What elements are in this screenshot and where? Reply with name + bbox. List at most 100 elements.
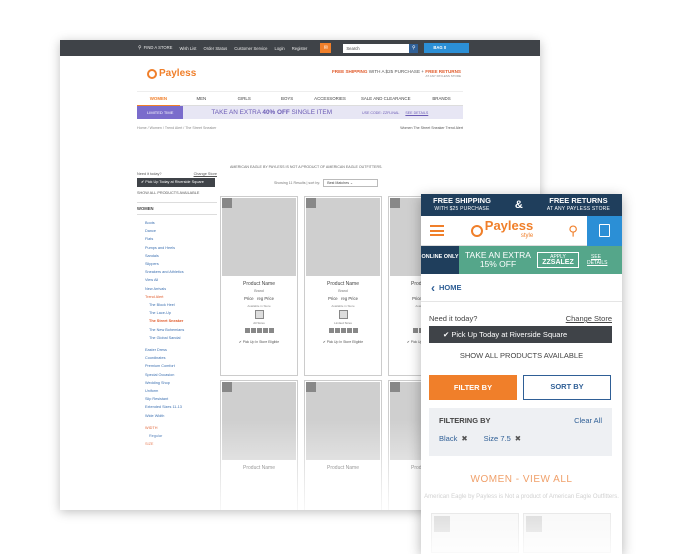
women-category-header[interactable]: WOMEN bbox=[137, 202, 217, 215]
size-swatch[interactable] bbox=[254, 310, 264, 319]
nav-women[interactable]: WOMEN bbox=[137, 92, 180, 106]
clear-all-link[interactable]: Clear All bbox=[574, 416, 602, 425]
sidebar-item[interactable]: Slip Resistant bbox=[137, 395, 217, 403]
swatch-label: Limited Sizes bbox=[334, 321, 352, 325]
sidebar-item[interactable]: Uniform bbox=[137, 387, 217, 395]
bag-button[interactable]: BAG 0 bbox=[424, 43, 470, 53]
results-sort: Showing 11 Results | sort by: Best Match… bbox=[274, 179, 379, 187]
find-store-link[interactable]: ⚲ FIND A STORE bbox=[138, 45, 172, 51]
sidebar-item[interactable]: Wide Width bbox=[137, 412, 217, 420]
see-details-link[interactable]: SEE DETAILS bbox=[587, 254, 607, 266]
payless-style-logo[interactable]: Payless style bbox=[449, 219, 559, 242]
sidebar-item[interactable]: Coordinates bbox=[137, 354, 217, 362]
order-status-link[interactable]: Order Status bbox=[203, 46, 227, 51]
limited-time-badge: LIMITED TIME bbox=[137, 106, 184, 119]
payless-logo-icon bbox=[470, 224, 483, 237]
promo-details-link[interactable]: SEE DETAILS bbox=[405, 111, 428, 115]
sidebar-subitem[interactable]: The Global Sandal bbox=[137, 334, 217, 342]
sort-select[interactable]: Best Matches ⌄ bbox=[323, 179, 379, 187]
promo-text: TAKE AN EXTRA 15% OFF bbox=[465, 250, 531, 269]
customer-service-link[interactable]: Customer Service bbox=[234, 46, 267, 51]
sidebar-item[interactable]: New Arrivals bbox=[137, 285, 217, 293]
sidebar-item[interactable]: Pumps and Heels bbox=[137, 244, 217, 252]
size-swatch[interactable] bbox=[338, 310, 348, 319]
show-all-link[interactable]: SHOW ALL PRODUCTS AVAILABLE bbox=[137, 191, 217, 195]
product-image[interactable] bbox=[222, 198, 296, 276]
sidebar-item[interactable]: Boots bbox=[137, 219, 217, 227]
pickup-eligible: ✔ Pick Up In Store Eligible bbox=[238, 340, 280, 344]
pickup-toggle[interactable]: ✔ Pick Up Today at Riverside Square bbox=[429, 326, 612, 343]
sort-by-button[interactable]: SORT BY bbox=[523, 375, 611, 400]
product-name[interactable]: Product Name bbox=[221, 281, 297, 287]
mobile-shipping-banner: FREE SHIPPING WITH $25 PURCHASE & FREE RE… bbox=[421, 194, 622, 216]
nav-brands[interactable]: BRANDS bbox=[420, 96, 463, 101]
sidebar-item[interactable]: Dance bbox=[137, 227, 217, 235]
search-icon[interactable]: ⚲ bbox=[409, 43, 419, 53]
wish-list-link[interactable]: Wish List bbox=[179, 46, 196, 51]
payless-logo[interactable]: Payless bbox=[147, 68, 196, 79]
sidebar-subitem-active[interactable]: The Street Sneaker bbox=[137, 317, 217, 325]
nav-girls[interactable]: GIRLS bbox=[223, 96, 266, 101]
sidebar-item[interactable]: Sneakers and Athletics bbox=[137, 268, 217, 276]
product-price: Price reg Price bbox=[244, 296, 274, 301]
filter-by-button[interactable]: FILTER BY bbox=[429, 375, 517, 400]
promo-banner: LIMITED TIME TAKE AN EXTRA 40% OFF SINGL… bbox=[137, 106, 463, 119]
desktop-disclaimer: AMERICAN EAGLE BY PAYLESS IS NOT A PRODU… bbox=[230, 165, 383, 169]
product-image[interactable] bbox=[306, 198, 380, 276]
apply-code-button[interactable]: APPLY ZZSALEZ bbox=[537, 252, 579, 268]
sidebar-item[interactable]: View All bbox=[137, 276, 217, 284]
sidebar-subitem[interactable]: The Lace-Up bbox=[137, 309, 217, 317]
product-card[interactable]: Product Name Brand Price reg Price Avail… bbox=[220, 196, 298, 376]
close-icon[interactable]: ✖ bbox=[461, 434, 467, 443]
product-card[interactable] bbox=[523, 513, 611, 553]
product-card[interactable] bbox=[431, 513, 519, 553]
sidebar-item[interactable]: Flats bbox=[137, 235, 217, 243]
nav-sale-clearance[interactable]: SALE AND CLEARANCE bbox=[351, 96, 420, 101]
filter-tag-black[interactable]: Black ✖ bbox=[439, 434, 468, 443]
mobile-header: Payless style ⚲ bbox=[421, 215, 622, 246]
desktop-header: Payless FREE SHIPPING WITH A $25 PURCHAS… bbox=[137, 56, 463, 92]
sidebar-item[interactable]: Wedding Shop bbox=[137, 379, 217, 387]
need-it-label: Need it today? bbox=[429, 314, 478, 323]
desktop-sidebar: Need it today? Change Store ✔ Pick Up To… bbox=[137, 172, 217, 448]
online-only-badge: ONLINE ONLY bbox=[421, 246, 459, 274]
product-name[interactable]: Product Name bbox=[305, 281, 381, 287]
available-label: Available in Store bbox=[331, 304, 355, 308]
filter-tag-size[interactable]: Size 7.5 ✖ bbox=[484, 434, 521, 443]
register-link[interactable]: Register bbox=[292, 46, 308, 51]
product-card[interactable]: Product Name Brand Price reg Price Avail… bbox=[304, 196, 382, 376]
active-filters-panel: FILTERING BY Clear All Black ✖ Size 7.5 ✖ bbox=[429, 408, 612, 456]
search-icon[interactable]: ⚲ bbox=[559, 223, 587, 239]
sidebar-item-trend-alert[interactable]: Trend Alert bbox=[137, 293, 217, 301]
sidebar-item[interactable]: Premium Comfort bbox=[137, 362, 217, 370]
login-link[interactable]: Login bbox=[274, 46, 284, 51]
home-breadcrumb[interactable]: ‹ HOME bbox=[421, 274, 622, 302]
hamburger-menu-icon[interactable] bbox=[421, 223, 449, 239]
sidebar-item[interactable]: Special Occasion bbox=[137, 371, 217, 379]
change-store-link[interactable]: Change Store bbox=[194, 172, 217, 176]
sidebar-item[interactable]: Easter Dress bbox=[137, 346, 217, 354]
shopping-bag-icon[interactable] bbox=[587, 215, 622, 246]
mail-icon[interactable]: ✉ bbox=[320, 43, 332, 53]
close-icon[interactable]: ✖ bbox=[515, 434, 521, 443]
pickup-toggle[interactable]: ✔ Pick Up Today at Riverside Square bbox=[137, 178, 215, 187]
search-input[interactable]: Search ⚲ bbox=[343, 43, 419, 53]
color-swatches[interactable] bbox=[305, 328, 381, 333]
show-all-link[interactable]: SHOW ALL PRODUCTS AVAILABLE bbox=[421, 351, 622, 360]
available-label: Available in Store bbox=[247, 304, 271, 308]
nav-men[interactable]: MEN bbox=[180, 96, 223, 101]
sidebar-item[interactable]: Extended Sizes 11-13 bbox=[137, 403, 217, 411]
nav-accessories[interactable]: ACCESSORIES bbox=[309, 96, 352, 101]
women-view-all-heading[interactable]: WOMEN - VIEW ALL bbox=[421, 474, 622, 485]
desktop-top-bar: ⚲ FIND A STORE Wish List Order Status Cus… bbox=[60, 40, 540, 56]
sidebar-subitem[interactable]: The New Bohemians bbox=[137, 326, 217, 334]
promo-text: TAKE AN EXTRA 40% OFF SINGLE ITEM bbox=[211, 109, 333, 116]
sidebar-item[interactable]: Slippers bbox=[137, 260, 217, 268]
sidebar-subitem[interactable]: The Block Heel bbox=[137, 301, 217, 309]
desktop-content: Payless FREE SHIPPING WITH A $25 PURCHAS… bbox=[137, 56, 463, 130]
nav-boys[interactable]: BOYS bbox=[266, 96, 309, 101]
color-swatches[interactable] bbox=[221, 328, 297, 333]
change-store-link[interactable]: Change Store bbox=[566, 314, 612, 323]
product-brand: Brand bbox=[338, 289, 348, 293]
sidebar-item[interactable]: Sandals bbox=[137, 252, 217, 260]
